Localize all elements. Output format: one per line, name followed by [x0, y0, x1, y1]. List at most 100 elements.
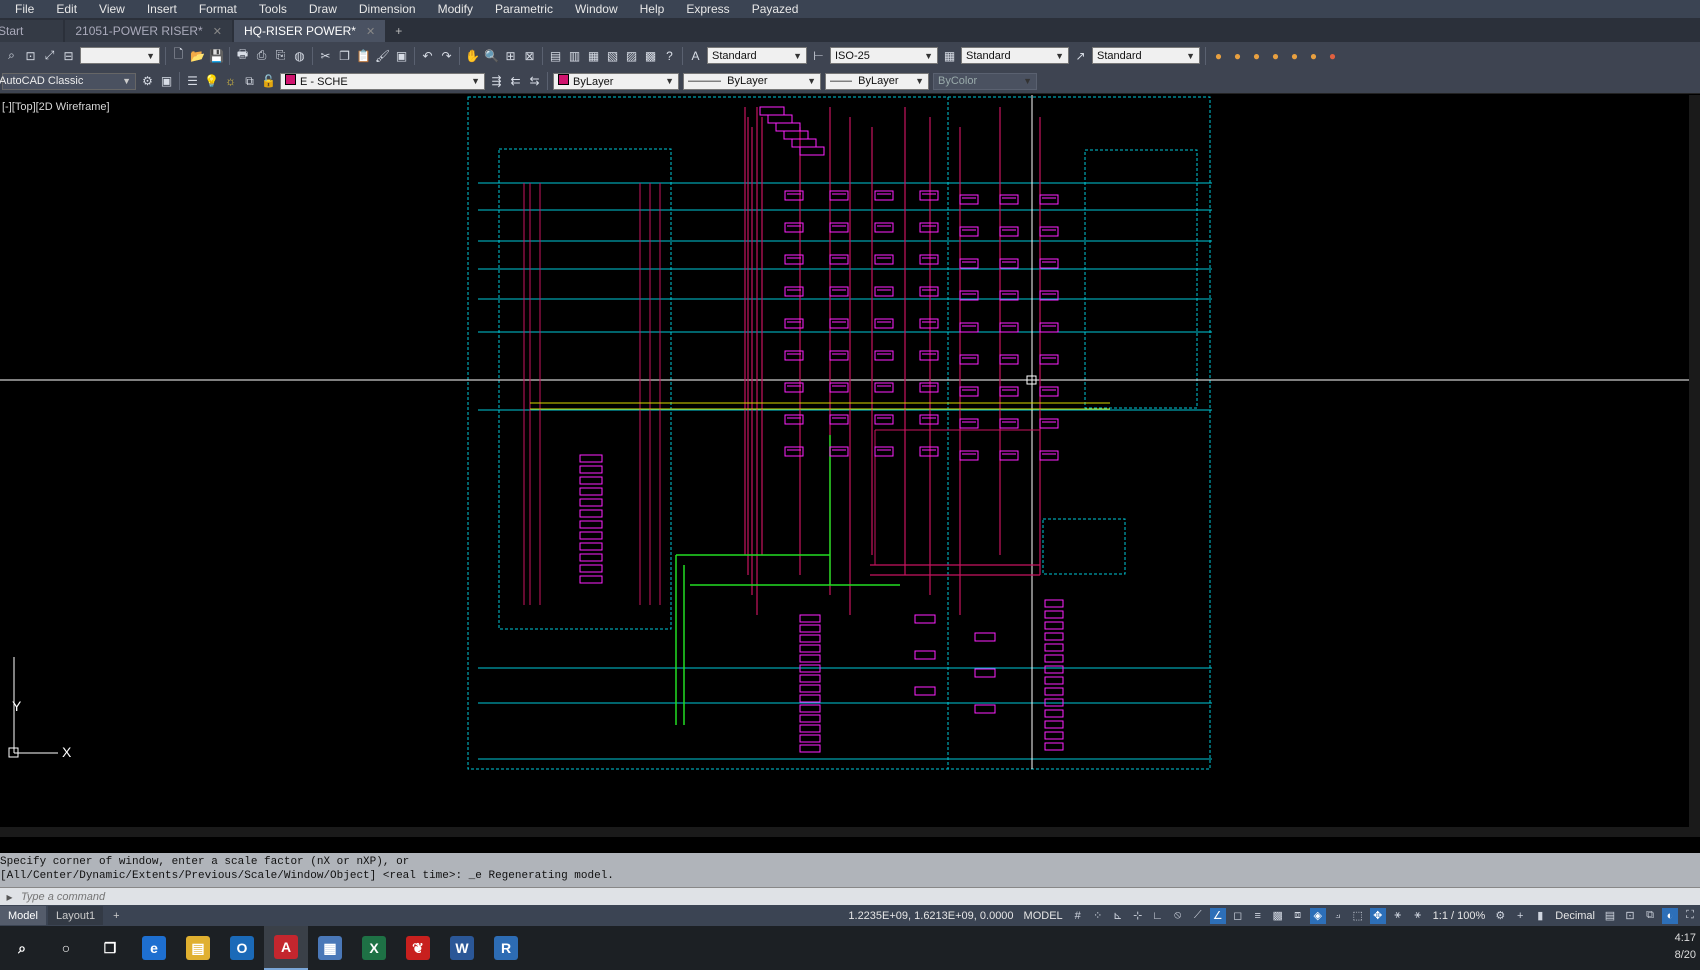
menu-insert[interactable]: Insert [136, 0, 188, 18]
new-tab-icon[interactable]: + [387, 20, 410, 42]
menu-modify[interactable]: Modify [427, 0, 484, 18]
command-customize-icon[interactable]: ▸ [1, 888, 18, 905]
horizontal-scrollbar[interactable] [0, 827, 1689, 837]
revit-icon[interactable]: R [484, 926, 528, 970]
annotation-visibility-icon[interactable]: ⚹ [1390, 908, 1406, 924]
gizmo-icon[interactable]: ✥ [1369, 907, 1386, 924]
menu-file[interactable]: File [0, 0, 45, 18]
zoom-icon[interactable]: 🔍 [483, 47, 500, 64]
isodraft-icon[interactable]: ⟋ [1190, 908, 1206, 924]
calculator-icon[interactable]: ▦ [308, 926, 352, 970]
layer-select[interactable]: E - SCHE ▼ [280, 72, 485, 90]
add-layout-icon[interactable]: + [105, 906, 127, 925]
tool-palettes-icon[interactable]: ▦ [585, 47, 602, 64]
mleader-style-select[interactable]: Standard ▼ [1092, 47, 1200, 64]
grid-icon[interactable]: # [1070, 908, 1086, 924]
zoom-window-icon[interactable]: ⊡ [22, 47, 39, 64]
design-center-icon[interactable]: ▥ [566, 47, 583, 64]
selection-filter-icon[interactable]: ⬚ [1350, 908, 1366, 924]
transparency-icon[interactable]: ▩ [1270, 908, 1286, 924]
render-preset-icon[interactable]: ● [1324, 47, 1341, 64]
menu-edit[interactable]: Edit [45, 0, 88, 18]
menu-format[interactable]: Format [188, 0, 248, 18]
menu-dimension[interactable]: Dimension [348, 0, 427, 18]
isolate-objects-icon[interactable]: ⧉ [1642, 908, 1658, 924]
sun-icon[interactable]: ● [1267, 47, 1284, 64]
copy-icon[interactable]: ❐ [336, 47, 353, 64]
render-icon[interactable]: ● [1210, 47, 1227, 64]
workspace-select[interactable]: AutoCAD Classic ▼ [0, 72, 136, 90]
color-select[interactable]: ByLayer ▼ [553, 72, 679, 90]
linetype-select[interactable]: ——— ByLayer ▼ [683, 72, 821, 90]
excel-icon[interactable]: X [352, 926, 396, 970]
properties-icon[interactable]: ▤ [547, 47, 564, 64]
plot-preview-icon[interactable]: ⎙ [253, 47, 270, 64]
undo-icon[interactable]: ↶ [419, 47, 436, 64]
file-tab[interactable]: 21051-POWER RISER* ✕ [65, 20, 232, 42]
graphics-performance-icon[interactable]: ◐ [1662, 907, 1678, 924]
command-input[interactable] [19, 889, 423, 904]
menu-help[interactable]: Help [629, 0, 676, 18]
layer-lock-icon[interactable]: 🔓 [260, 73, 277, 90]
autocad-icon[interactable]: A [264, 926, 308, 970]
internet-explorer-icon[interactable]: e [132, 926, 176, 970]
publish-icon[interactable]: ⎘ [272, 47, 289, 64]
annotation-scale[interactable]: 1:1 / 100% [1428, 910, 1491, 922]
render-window-icon[interactable]: ● [1305, 47, 1322, 64]
menu-parametric[interactable]: Parametric [484, 0, 564, 18]
selection-cycling-icon[interactable]: ⧈ [1290, 908, 1306, 924]
polar-tracking-icon[interactable]: ⦸ [1170, 908, 1186, 924]
named-views-select[interactable]: ▼ [80, 47, 160, 64]
model-space-button[interactable]: MODEL [1019, 910, 1068, 922]
plot-icon[interactable]: 🖶 [234, 47, 251, 64]
coordinates-readout[interactable]: 1.2235E+09, 1.6213E+09, 0.0000 [843, 910, 1018, 922]
lineweight-icon[interactable]: ≡ [1250, 908, 1266, 924]
zoom-previous-2-icon[interactable]: ⊠ [521, 47, 538, 64]
dim-style-select[interactable]: ISO-25 ▼ [830, 47, 938, 64]
layer-freeze-icon[interactable]: ☼ [222, 73, 239, 90]
redo-icon[interactable]: ↷ [438, 47, 455, 64]
quickcalc-icon[interactable]: ▩ [642, 47, 659, 64]
table-style-select[interactable]: Standard ▼ [961, 47, 1069, 64]
paste-icon[interactable]: 📋 [355, 47, 372, 64]
3d-osnap-icon[interactable]: ◈ [1309, 907, 1326, 924]
zoom-realtime-icon[interactable]: ⌕ [3, 47, 20, 64]
file-tab[interactable]: Start [0, 20, 64, 42]
pan-icon[interactable]: ✋ [464, 47, 481, 64]
object-snap-tracking-icon[interactable]: ∠ [1209, 907, 1226, 924]
tab-layout1[interactable]: Layout1 [47, 906, 104, 925]
markup-icon[interactable]: ▨ [623, 47, 640, 64]
vertical-scrollbar[interactable] [1689, 95, 1700, 837]
auto-scale-icon[interactable]: ⚹ [1410, 908, 1426, 924]
layer-states-icon[interactable]: ⇆ [526, 73, 543, 90]
menu-view[interactable]: View [88, 0, 136, 18]
system-clock[interactable]: 4:17 8/20 [1675, 930, 1696, 964]
cortana-icon[interactable]: ○ [44, 926, 88, 970]
zoom-previous-icon[interactable]: ⊟ [60, 47, 77, 64]
clean-screen-icon[interactable]: ⛶ [1682, 908, 1698, 924]
layer-previous-icon[interactable]: ⇇ [507, 73, 524, 90]
layer-on-icon[interactable]: 💡 [203, 73, 220, 90]
viewport-controls-label[interactable]: [-][Top][2D Wireframe] [2, 101, 110, 113]
make-object-layer-current-icon[interactable]: ⇶ [488, 73, 505, 90]
zoom-extents-icon[interactable]: ⤢ [41, 47, 58, 64]
menu-tools[interactable]: Tools [248, 0, 298, 18]
menu-express[interactable]: Express [675, 0, 740, 18]
workspace-settings-icon[interactable]: ⚙ [139, 73, 156, 90]
new-file-icon[interactable]: 🗋 [170, 47, 187, 64]
workspace-switching-icon[interactable]: ⚙ [1492, 908, 1508, 924]
block-editor-icon[interactable]: ▣ [393, 47, 410, 64]
lights-icon[interactable]: ● [1248, 47, 1265, 64]
zoom-window-2-icon[interactable]: ⊞ [502, 47, 519, 64]
dynamic-ucs-icon[interactable]: ⟓ [1330, 908, 1346, 924]
task-view-icon[interactable]: ❐ [88, 926, 132, 970]
outlook-icon[interactable]: O [220, 926, 264, 970]
menu-window[interactable]: Window [564, 0, 629, 18]
help-icon[interactable]: ? [661, 47, 678, 64]
annotation-monitor-icon[interactable]: + [1512, 908, 1528, 924]
materials-icon[interactable]: ● [1229, 47, 1246, 64]
acrobat-icon[interactable]: ❦ [396, 926, 440, 970]
drawing-viewport[interactable]: XY [-][Top][2D Wireframe] [0, 95, 1700, 837]
match-properties-icon[interactable]: 🖌 [374, 47, 391, 64]
menu-payazed[interactable]: Payazed [741, 0, 810, 18]
